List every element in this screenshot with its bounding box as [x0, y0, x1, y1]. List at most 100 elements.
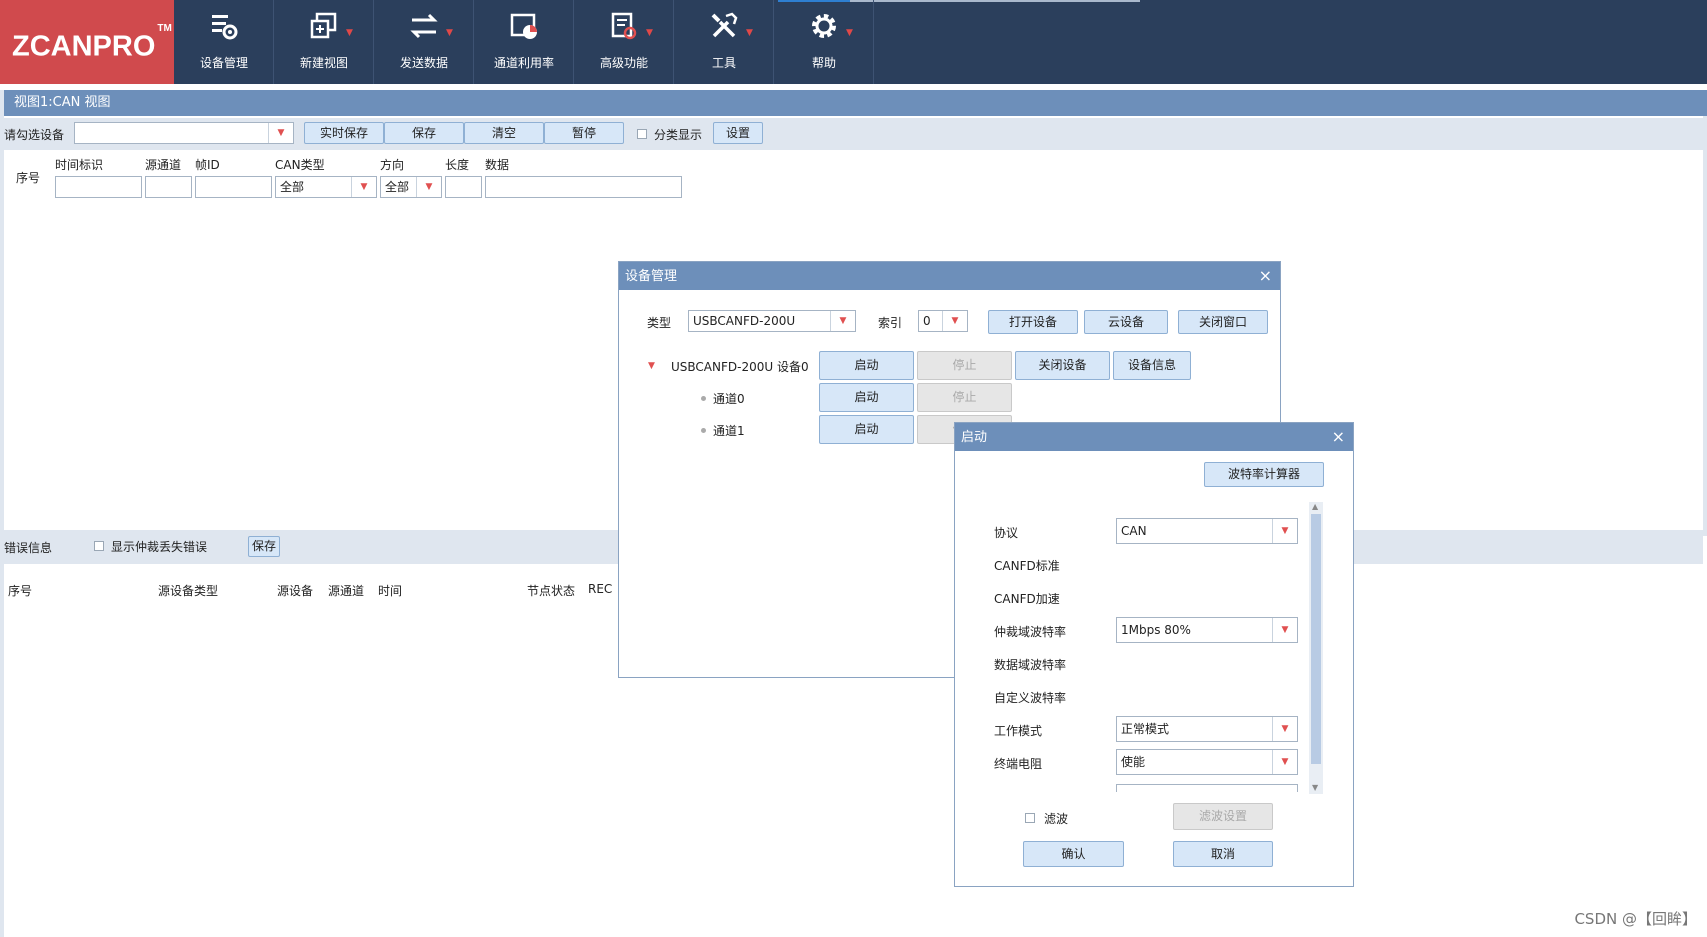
send-data-icon	[410, 13, 438, 39]
confirm-button[interactable]: 确认	[1023, 841, 1124, 867]
err-col-time: 时间	[378, 584, 403, 598]
save-button[interactable]: 保存	[384, 122, 464, 144]
chevron-down-icon: ▼	[846, 28, 853, 38]
toolbar-device-manage-button[interactable]: 设备管理	[174, 0, 274, 84]
device-start-button[interactable]: 启动	[819, 351, 914, 380]
err-col-src-device-type: 源设备类型	[158, 584, 219, 598]
toolbar-help-button[interactable]: ▼ 帮助	[774, 0, 874, 84]
filter-settings-button[interactable]: 滤波设置	[1173, 803, 1273, 830]
toolbar-advanced-button[interactable]: ▼ 高级功能	[574, 0, 674, 84]
device-select-dropdown[interactable]: ▼	[74, 122, 294, 144]
show-arbitration-lost-checkbox[interactable]	[94, 541, 104, 551]
channel-0-stop-button[interactable]: 停止	[917, 383, 1012, 412]
app-logo: ZCANPROTM	[0, 0, 174, 84]
chevron-down-icon: ▼	[1272, 618, 1297, 642]
close-device-button[interactable]: 关闭设备	[1015, 351, 1110, 380]
protocol-dropdown[interactable]: CAN ▼	[1116, 518, 1298, 544]
arb-baud-label: 仲裁域波特率	[994, 625, 1067, 639]
filter-label: 滤波	[1044, 812, 1069, 826]
err-col-src-channel: 源通道	[328, 584, 365, 598]
clipped-row	[994, 784, 1298, 792]
channel-0-start-button[interactable]: 启动	[819, 383, 914, 412]
chevron-down-icon: ▼	[1272, 717, 1297, 741]
toolbar-channel-usage-button[interactable]: 通道利用率	[474, 0, 574, 84]
toolbar-tools-button[interactable]: ▼ 工具	[674, 0, 774, 84]
channel-1-node[interactable]: 通道1	[713, 422, 745, 439]
chevron-down-icon: ▼	[346, 28, 353, 38]
terminal-resistor-dropdown[interactable]: 使能 ▼	[1116, 749, 1298, 775]
error-save-button[interactable]: 保存	[248, 536, 280, 557]
length-filter-input[interactable]	[445, 176, 482, 198]
expand-triangle-icon[interactable]: ▼	[648, 361, 655, 371]
close-icon[interactable]: ×	[1259, 262, 1272, 290]
src-channel-filter-input[interactable]	[145, 176, 192, 198]
device-manage-icon	[212, 15, 238, 40]
chevron-down-icon: ▼	[416, 177, 441, 197]
baud-calculator-button[interactable]: 波特率计算器	[1204, 462, 1324, 487]
right-border	[1703, 116, 1707, 536]
error-info-label: 错误信息	[4, 541, 53, 555]
left-border	[0, 90, 4, 937]
pause-button[interactable]: 暂停	[544, 122, 624, 144]
scroll-up-icon[interactable]: ▲	[1312, 502, 1318, 511]
clear-button[interactable]: 清空	[464, 122, 544, 144]
work-mode-value: 正常模式	[1121, 722, 1170, 736]
device-type-dropdown[interactable]: USBCANFD-200U ▼	[688, 310, 856, 332]
cloud-device-button[interactable]: 云设备	[1084, 310, 1168, 334]
settings-scrollbar-thumb[interactable]	[1311, 514, 1321, 764]
chevron-down-icon: ▼	[646, 28, 653, 38]
terminal-resistor-value: 使能	[1121, 755, 1146, 769]
dialog-title: 启动	[955, 423, 1353, 451]
err-col-src-device: 源设备	[277, 584, 314, 598]
toolbar-send-data-button[interactable]: ▼ 发送数据	[374, 0, 474, 84]
index-value: 0	[923, 314, 931, 328]
scroll-down-icon[interactable]: ▼	[1312, 783, 1318, 792]
classify-checkbox[interactable]	[637, 129, 647, 139]
chevron-down-icon: ▼	[351, 177, 376, 197]
data-filter-input[interactable]	[485, 176, 682, 198]
show-arbitration-lost-label: 显示仲裁丢失错误	[111, 540, 208, 554]
toolbar-new-view-button[interactable]: ▼ 新建视图	[274, 0, 374, 84]
index-dropdown[interactable]: 0 ▼	[918, 310, 968, 332]
protocol-label: 协议	[994, 526, 1019, 540]
toolbar-label: 帮助	[811, 56, 836, 70]
err-col-node-state: 节点状态	[527, 584, 576, 598]
cancel-button[interactable]: 取消	[1173, 841, 1273, 867]
filter-checkbox[interactable]	[1025, 813, 1035, 823]
watermark: CSDN @【回眸】	[1574, 910, 1697, 928]
chevron-down-icon: ▼	[942, 311, 967, 331]
device-stop-button[interactable]: 停止	[917, 351, 1012, 380]
channel-1-start-button[interactable]: 启动	[819, 415, 914, 444]
device-tree-node[interactable]: USBCANFD-200U 设备0	[671, 358, 809, 375]
realtime-save-button[interactable]: 实时保存	[304, 122, 384, 144]
err-col-seq: 序号	[8, 584, 33, 598]
chevron-down-icon: ▼	[830, 311, 855, 331]
toolbar-label: 通道利用率	[493, 56, 554, 70]
arb-baud-dropdown[interactable]: 1Mbps 80% ▼	[1116, 617, 1298, 643]
toolbar-label: 新建视图	[299, 56, 348, 70]
err-col-rec: REC	[588, 582, 613, 596]
device-info-button[interactable]: 设备信息	[1113, 351, 1191, 380]
open-device-button[interactable]: 打开设备	[988, 310, 1078, 334]
start-dialog: 启动 ×	[954, 422, 1354, 887]
toolbar-label: 发送数据	[399, 56, 448, 70]
col-direction: 方向	[380, 158, 405, 172]
close-window-button[interactable]: 关闭窗口	[1178, 310, 1268, 334]
frame-id-filter-input[interactable]	[195, 176, 272, 198]
device-type-value: USBCANFD-200U	[693, 314, 796, 328]
terminal-resistor-label: 终端电阻	[994, 757, 1043, 771]
device-select-label: 请勾选设备	[4, 128, 65, 142]
classify-label: 分类显示	[654, 128, 703, 142]
close-icon[interactable]: ×	[1332, 423, 1345, 451]
channel-0-node[interactable]: 通道0	[713, 390, 745, 407]
type-label: 类型	[647, 316, 672, 330]
work-mode-label: 工作模式	[994, 724, 1043, 738]
settings-button[interactable]: 设置	[713, 122, 763, 144]
work-mode-dropdown[interactable]: 正常模式 ▼	[1116, 716, 1298, 742]
timestamp-filter-input[interactable]	[55, 176, 142, 198]
direction-filter-dropdown[interactable]: 全部 ▼	[380, 176, 442, 198]
tools-icon	[711, 12, 738, 38]
data-baud-label: 数据域波特率	[994, 658, 1067, 672]
can-type-filter-dropdown[interactable]: 全部 ▼	[275, 176, 377, 198]
chevron-down-icon: ▼	[746, 28, 753, 38]
